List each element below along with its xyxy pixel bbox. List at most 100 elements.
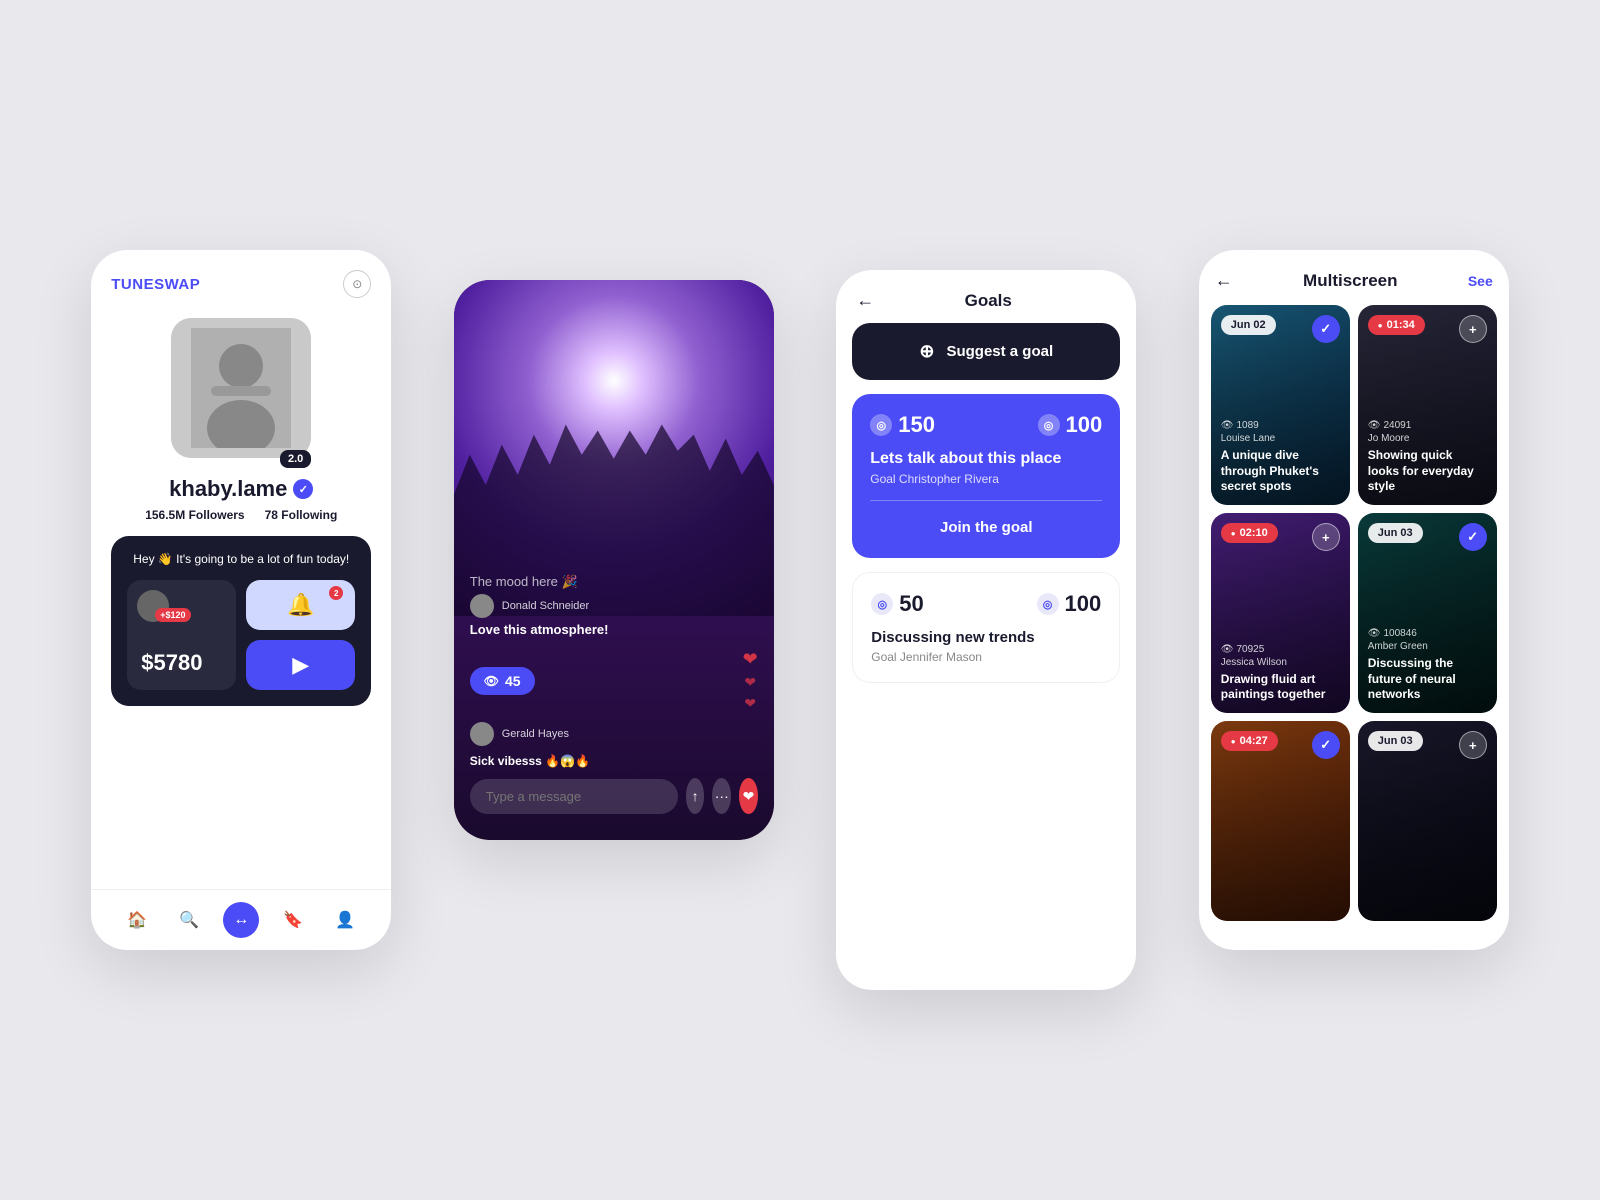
nav-swap[interactable]: ↔ bbox=[223, 902, 259, 938]
goal-title-1: Lets talk about this place bbox=[870, 450, 1102, 468]
ms-action-6[interactable]: + bbox=[1459, 731, 1487, 759]
settings-icon[interactable]: ⊙ bbox=[343, 270, 371, 298]
ms-channel-4: Amber Green bbox=[1368, 641, 1487, 652]
stream-card: The mood here 🎉 Donald Schneider Love th… bbox=[454, 280, 774, 840]
heart-icon-3: ❤ bbox=[744, 695, 756, 712]
stream-input-row: ↑ ··· ❤ bbox=[470, 778, 758, 814]
stream-second-comment: Sick vibesss 🔥😱🔥 bbox=[470, 754, 758, 768]
ms-badge-5: 04:27 bbox=[1221, 731, 1278, 751]
nav-home[interactable]: 🏠 bbox=[119, 902, 155, 938]
ms-action-5[interactable]: ✓ bbox=[1312, 731, 1340, 759]
profile-greeting: Hey 👋 It's going to be a lot of fun toda… bbox=[127, 552, 355, 566]
rating-badge: 2.0 bbox=[280, 450, 311, 468]
multiscreen-title: Multiscreen bbox=[1243, 271, 1468, 291]
profile-dark-section: Hey 👋 It's going to be a lot of fun toda… bbox=[111, 536, 371, 706]
stream-message-input[interactable] bbox=[470, 779, 678, 814]
ms-badge-6: Jun 03 bbox=[1368, 731, 1423, 751]
ms-item-bg-5: 04:27 ✓ bbox=[1211, 721, 1350, 921]
following-stat: 78 Following bbox=[265, 508, 338, 522]
ms-action-3[interactable]: + bbox=[1312, 523, 1340, 551]
multiscreen-item-4[interactable]: Jun 03 ✓ 👁 100846 Amber Green Discussing… bbox=[1358, 513, 1497, 713]
ms-action-1[interactable]: ✓ bbox=[1312, 315, 1340, 343]
stream-overlay: The mood here 🎉 Donald Schneider Love th… bbox=[454, 558, 774, 840]
stream-commenter-row: Gerald Hayes bbox=[470, 722, 758, 746]
stream-host-name: Donald Schneider bbox=[502, 600, 589, 612]
ms-item-content-2: 👁 24091 Jo Moore Showing quick looks for… bbox=[1368, 420, 1487, 495]
multiscreen-card: ← Multiscreen See Jun 02 ✓ 👁 1089 bbox=[1199, 250, 1509, 950]
ms-item-bg-2: 01:34 + 👁 24091 Jo Moore Showing quick l… bbox=[1358, 305, 1497, 505]
goal-divider-1 bbox=[870, 500, 1102, 501]
multiscreen-item-2[interactable]: 01:34 + 👁 24091 Jo Moore Showing quick l… bbox=[1358, 305, 1497, 505]
multiscreen-see-button[interactable]: See bbox=[1468, 273, 1493, 289]
ms-badge-2: 01:34 bbox=[1368, 315, 1425, 335]
nav-bookmark[interactable]: 🔖 bbox=[275, 902, 311, 938]
avatar-container: 2.0 bbox=[171, 318, 311, 468]
ms-badge-4: Jun 03 bbox=[1368, 523, 1423, 543]
goal-progress-row-2: ◎ 50 ◎ 100 bbox=[871, 591, 1101, 617]
multiscreen-item-6[interactable]: Jun 03 + bbox=[1358, 721, 1497, 921]
nav-search[interactable]: 🔍 bbox=[171, 902, 207, 938]
heart-icon-2: ❤ bbox=[744, 674, 756, 691]
stream-host-avatar bbox=[470, 594, 494, 618]
heart-icon-1: ❤ bbox=[743, 649, 758, 670]
goal-card-1: ◎ 150 ◎ 100 Lets talk about this place G… bbox=[852, 394, 1120, 558]
stream-commenter-avatar bbox=[470, 722, 494, 746]
ms-views-1: 👁 1089 bbox=[1221, 420, 1340, 431]
profile-name: khaby.lame ✓ bbox=[169, 476, 313, 502]
goal-current-2: ◎ 50 bbox=[871, 591, 923, 617]
main-container: TUNESWAP ⊙ 2.0 khaby.lame ✓ 156.5M F bbox=[0, 0, 1600, 1200]
ms-views-3: 👁 70925 bbox=[1221, 644, 1340, 655]
ms-desc-3: Drawing fluid art paintings together bbox=[1221, 672, 1340, 703]
goal-target-2: ◎ 100 bbox=[1037, 591, 1102, 617]
ms-desc-2: Showing quick looks for everyday style bbox=[1368, 448, 1487, 495]
balance-amount: $5780 bbox=[141, 650, 222, 676]
ms-channel-2: Jo Moore bbox=[1368, 433, 1487, 444]
nav-profile[interactable]: 👤 bbox=[327, 902, 363, 938]
balance-plus-badge: +$120 bbox=[155, 608, 190, 622]
profile-stats: 156.5M Followers 78 Following bbox=[145, 508, 337, 522]
followers-stat: 156.5M Followers bbox=[145, 508, 244, 522]
more-button[interactable]: ··· bbox=[712, 778, 731, 814]
send-button[interactable]: ↑ bbox=[686, 778, 705, 814]
goals-card: ← Goals ⊕ Suggest a goal ◎ 150 ◎ 100 Let… bbox=[836, 270, 1136, 990]
ms-desc-4: Discussing the future of neural networks bbox=[1368, 656, 1487, 703]
profile-card: TUNESWAP ⊙ 2.0 khaby.lame ✓ 156.5M F bbox=[91, 250, 391, 950]
multiscreen-item-3[interactable]: 02:10 + 👁 70925 Jessica Wilson Drawing f… bbox=[1211, 513, 1350, 713]
ms-desc-1: A unique dive through Phuket's secret sp… bbox=[1221, 448, 1340, 495]
ms-channel-3: Jessica Wilson bbox=[1221, 657, 1340, 668]
ms-item-bg-6: Jun 03 + bbox=[1358, 721, 1497, 921]
balance-widget: +$120 $5780 bbox=[127, 580, 236, 690]
coin-icon-2: ◎ bbox=[1038, 414, 1060, 436]
profile-widgets: +$120 $5780 🔔 2 ▶ bbox=[127, 580, 355, 690]
join-goal-button[interactable]: Join the goal bbox=[870, 515, 1102, 540]
app-logo: TUNESWAP bbox=[111, 276, 200, 293]
stream-main-comment: Love this atmosphere! bbox=[470, 622, 758, 637]
multiscreen-item-1[interactable]: Jun 02 ✓ 👁 1089 Louise Lane A unique div… bbox=[1211, 305, 1350, 505]
multiscreen-back-button[interactable]: ← bbox=[1215, 270, 1233, 291]
ms-item-bg-1: Jun 02 ✓ 👁 1089 Louise Lane A unique div… bbox=[1211, 305, 1350, 505]
heart-icons: ❤ ❤ ❤ bbox=[743, 649, 758, 712]
avatar bbox=[171, 318, 311, 458]
goals-header: ← Goals bbox=[836, 270, 1136, 323]
bell-widget[interactable]: 🔔 2 bbox=[246, 580, 355, 630]
ms-item-bg-4: Jun 03 ✓ 👁 100846 Amber Green Discussing… bbox=[1358, 513, 1497, 713]
stream-commenter-name: Gerald Hayes bbox=[502, 728, 569, 740]
goals-title: Goals bbox=[884, 291, 1116, 311]
ms-action-2[interactable]: + bbox=[1459, 315, 1487, 343]
goal-subtitle-2: Goal Jennifer Mason bbox=[871, 650, 1101, 664]
play-widget[interactable]: ▶ bbox=[246, 640, 355, 690]
stream-viewers-row: 👁 45 ❤ ❤ ❤ bbox=[470, 649, 758, 712]
suggest-goal-button[interactable]: ⊕ Suggest a goal bbox=[852, 323, 1120, 380]
goal-title-2: Discussing new trends bbox=[871, 629, 1101, 646]
ms-action-4[interactable]: ✓ bbox=[1459, 523, 1487, 551]
goal-progress-row-1: ◎ 150 ◎ 100 bbox=[870, 412, 1102, 438]
heart-button[interactable]: ❤ bbox=[739, 778, 758, 814]
goal-subtitle-1: Goal Christopher Rivera bbox=[870, 472, 1102, 486]
goals-back-button[interactable]: ← bbox=[856, 290, 874, 311]
ms-channel-1: Louise Lane bbox=[1221, 433, 1340, 444]
ms-views-4: 👁 100846 bbox=[1368, 628, 1487, 639]
viewers-badge: 👁 45 bbox=[470, 667, 535, 695]
ms-item-content-3: 👁 70925 Jessica Wilson Drawing fluid art… bbox=[1221, 644, 1340, 703]
goal-card-2: ◎ 50 ◎ 100 Discussing new trends Goal Je… bbox=[852, 572, 1120, 683]
multiscreen-item-5[interactable]: 04:27 ✓ bbox=[1211, 721, 1350, 921]
